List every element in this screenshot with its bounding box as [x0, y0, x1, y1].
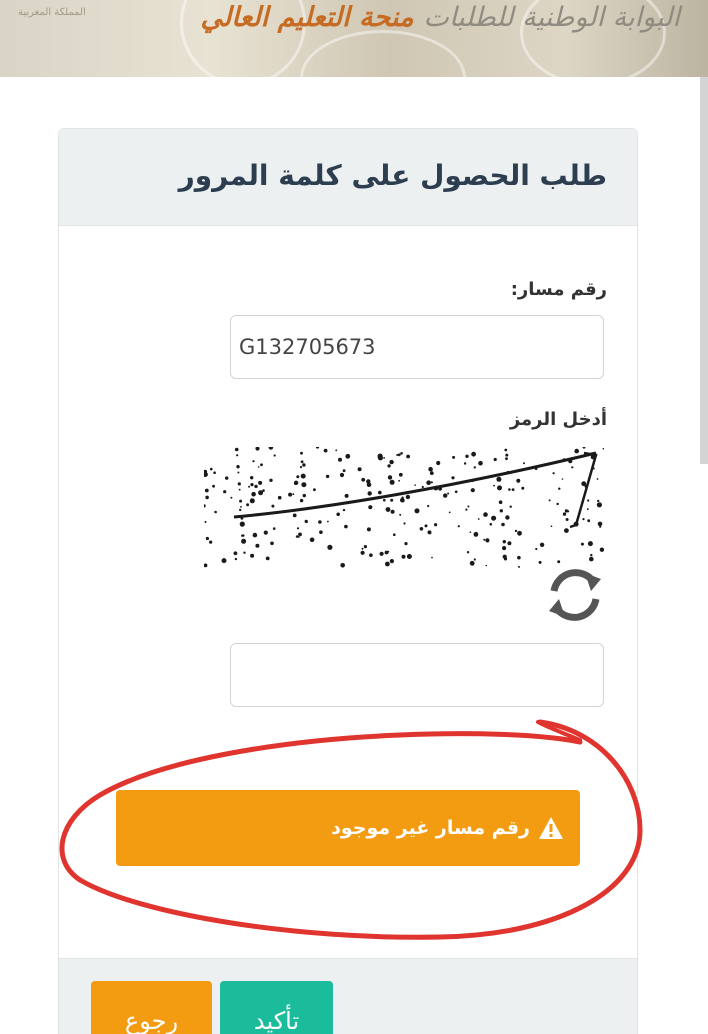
confirm-button[interactable]: تأكيد: [220, 981, 333, 1034]
confirm-button-label: تأكيد: [253, 1007, 300, 1034]
massar-input[interactable]: [230, 315, 604, 379]
captcha-input[interactable]: [230, 643, 604, 707]
page: البوابة الوطنية للطلبات منحة التعليم الع…: [0, 0, 708, 1034]
banner-portal-text: البوابة الوطنية للطلبات: [423, 2, 680, 33]
error-alert: رقم مسار غير موجود: [116, 790, 580, 866]
captcha-image: PCG2: [204, 447, 604, 568]
captcha-char: PCG2: [204, 469, 226, 542]
header-banner: البوابة الوطنية للطلبات منحة التعليم الع…: [0, 0, 708, 77]
captcha-graphic: PCG2: [204, 447, 604, 568]
back-button[interactable]: رجوع: [91, 981, 212, 1034]
banner-grant-text: منحة التعليم العالي: [200, 2, 414, 33]
card-footer: رجوع تأكيد: [59, 958, 637, 1034]
massar-label: رقم مسار:: [510, 279, 607, 300]
warning-icon: [539, 817, 563, 839]
banner-kingdom-text: المملكة المغربية: [18, 7, 86, 18]
banner-title: البوابة الوطنية للطلبات منحة التعليم الع…: [201, 2, 680, 33]
refresh-captcha-icon[interactable]: [545, 565, 605, 625]
page-title: طلب الحصول على كلمة المرور: [178, 159, 607, 192]
back-button-label: رجوع: [124, 1007, 179, 1034]
alert-message: رقم مسار غير موجود: [331, 817, 530, 839]
card-header: طلب الحصول على كلمة المرور: [59, 129, 637, 226]
refresh-icon: [549, 569, 601, 621]
password-request-card: طلب الحصول على كلمة المرور رقم مسار: أدخ…: [58, 128, 638, 1034]
captcha-label: أدخل الرمز: [509, 409, 607, 430]
scrollbar[interactable]: [700, 77, 708, 464]
